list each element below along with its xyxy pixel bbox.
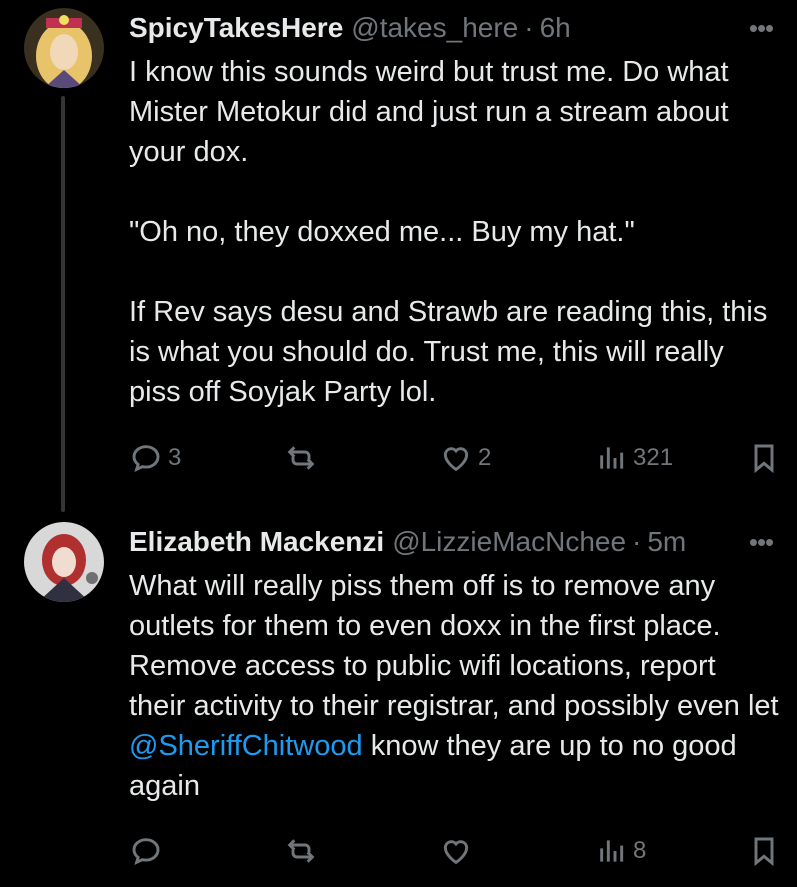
tweet-2[interactable]: Elizabeth Mackenzi @LizzieMacNchee · 5m … [0,520,797,887]
views-icon [600,840,624,862]
action-bar: 8 [0,831,797,871]
like-button[interactable]: 2 [440,438,491,478]
text-segment: What will really piss them off is to rem… [129,570,779,722]
retweet-icon [287,839,315,863]
like-count: 2 [478,444,492,471]
retweet-button[interactable] [285,438,323,478]
like-icon [443,840,469,865]
tweet-1[interactable]: SpicyTakesHere @takes_here · 6h ••• I kn… [0,0,797,512]
bookmark-button[interactable] [748,831,780,871]
views-button[interactable]: 321 [595,438,673,478]
views-count: 8 [633,837,647,864]
tweet-paragraph: I know this sounds weird but trust me. D… [129,56,729,168]
author-name[interactable]: SpicyTakesHere [129,12,343,44]
mention-link[interactable]: @SheriffChitwood [129,730,363,762]
timestamp[interactable]: 6h [540,12,571,44]
views-count: 321 [633,444,674,471]
tweet-paragraph: "Oh no, they doxxed me... Buy my hat." [129,216,635,248]
tweet-text: What will really piss them off is to rem… [129,566,779,806]
tweet-paragraph: If Rev says desu and Strawb are reading … [129,296,768,408]
views-icon [600,447,624,469]
separator-dot: · [524,12,534,43]
bookmark-icon [754,444,774,474]
action-bar: 3 2 321 [0,438,797,478]
like-button[interactable] [440,831,478,871]
avatar[interactable] [24,8,104,88]
tweet-paragraph: What will really piss them off is to rem… [129,566,779,806]
author-name[interactable]: Elizabeth Mackenzi [129,526,384,558]
bookmark-icon [754,837,774,867]
bookmark-button[interactable] [748,438,780,478]
author-handle[interactable]: @takes_here [351,12,518,44]
separator-dot: · [632,526,642,557]
reply-icon [132,445,160,473]
timestamp[interactable]: 5m [647,526,686,558]
reply-icon [132,838,160,866]
avatar[interactable] [24,522,104,602]
retweet-button[interactable] [285,831,323,871]
reply-button[interactable] [130,831,168,871]
reply-button[interactable]: 3 [130,438,181,478]
more-icon[interactable]: ••• [741,13,781,43]
reply-count: 3 [168,444,182,471]
retweet-icon [287,446,315,470]
views-button[interactable]: 8 [595,831,646,871]
more-icon[interactable]: ••• [741,527,781,557]
like-icon [443,447,469,472]
author-handle[interactable]: @LizzieMacNchee [392,526,626,558]
tweet-text: I know this sounds weird but trust me. D… [129,52,779,412]
